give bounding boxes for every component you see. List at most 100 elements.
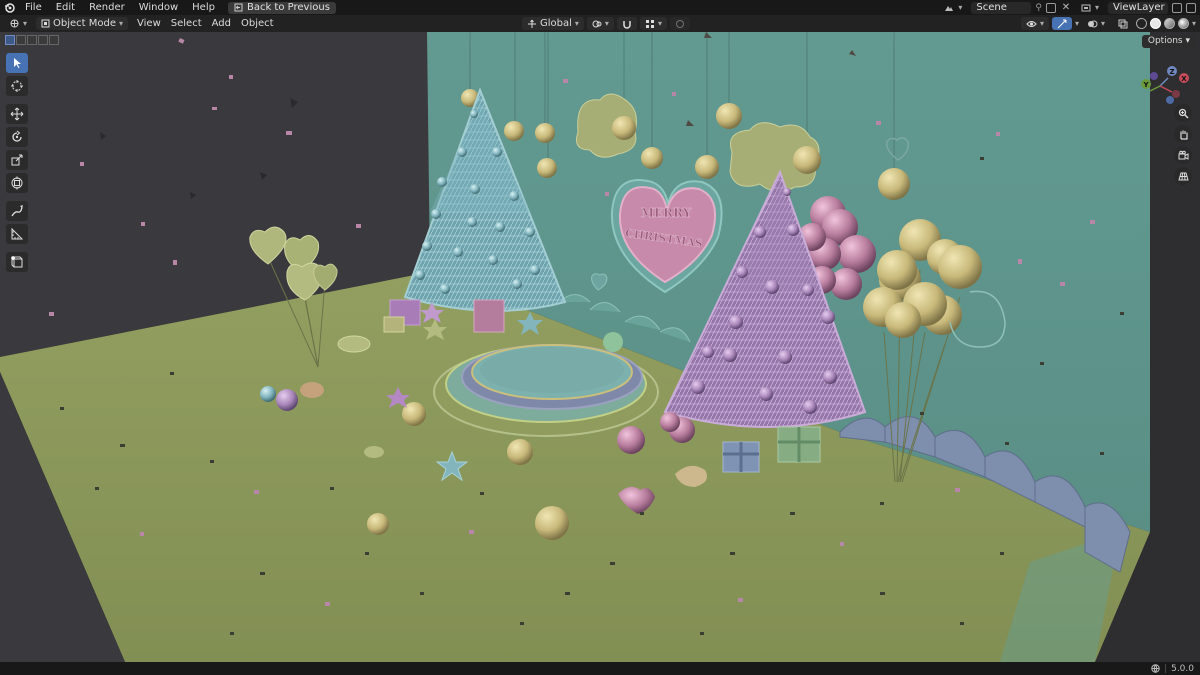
version-label: 5.0.0 <box>1171 663 1194 674</box>
snap-target-dropdown[interactable]: ▾ <box>639 17 667 30</box>
cursor-tool[interactable] <box>6 76 28 96</box>
gizmo-x-label: X <box>1181 75 1187 83</box>
menu-help[interactable]: Help <box>185 0 222 15</box>
snap-grid-icon <box>645 19 654 28</box>
3d-viewport[interactable]: MERRY CHRISTMAS Options ▾ Z X Y <box>0 32 1200 662</box>
transform-icon <box>11 176 23 190</box>
viewport-header: ▾ Object Mode ▾ View Select Add Object G… <box>0 15 1200 32</box>
overlays-toggle[interactable]: ▾ <box>1082 17 1110 30</box>
move-tool[interactable] <box>6 104 28 124</box>
globe-icon <box>1151 664 1160 673</box>
select-invert-icon[interactable] <box>38 35 48 45</box>
perspective-toggle-button[interactable] <box>1174 167 1192 185</box>
visibility-dropdown[interactable]: ▾ <box>1020 17 1049 30</box>
mode-selector[interactable]: Object Mode ▾ <box>36 17 129 30</box>
3d-viewport-icon <box>10 19 19 28</box>
select-box-tool[interactable] <box>6 53 28 73</box>
selection-mode-toggles <box>5 35 59 45</box>
view-layer-selector[interactable]: ▾ <box>1076 2 1104 14</box>
menu-edit[interactable]: Edit <box>49 0 82 15</box>
proportional-editing-toggle[interactable] <box>669 17 690 30</box>
rotate-tool[interactable] <box>6 127 28 147</box>
select-subtract-icon[interactable] <box>27 35 37 45</box>
hand-icon <box>1179 130 1188 140</box>
global-orientation-icon <box>528 19 536 28</box>
shading-material-icon[interactable] <box>1163 18 1175 29</box>
options-label: Options <box>1147 36 1183 46</box>
pin-icon[interactable]: ⚲ <box>1035 3 1042 13</box>
annotate-tool[interactable] <box>6 201 28 221</box>
view-layer-name: ViewLayer <box>1113 1 1165 13</box>
move-arrows-icon <box>10 107 24 121</box>
magnet-icon <box>623 20 631 29</box>
camera-icon <box>1178 150 1188 160</box>
scene-name-field[interactable]: Scene <box>971 1 1032 14</box>
pan-button[interactable] <box>1174 125 1192 143</box>
pivot-point-dropdown[interactable]: ▾ <box>586 17 614 30</box>
gizmo-arrows-icon <box>1057 19 1067 28</box>
menu-select[interactable]: Select <box>166 17 207 30</box>
add-cube-icon <box>11 256 23 268</box>
snap-toggle[interactable] <box>616 17 637 30</box>
remove-scene-icon[interactable]: ✕ <box>1060 2 1072 13</box>
proportional-icon <box>675 19 684 28</box>
remove-view-layer-icon[interactable] <box>1186 2 1196 13</box>
scale-tool[interactable] <box>6 150 28 170</box>
view-layer-name-field[interactable]: ViewLayer <box>1108 1 1168 14</box>
blender-logo-icon[interactable] <box>0 0 18 15</box>
status-bar: | 5.0.0 <box>0 662 1200 675</box>
transform-orientation-dropdown[interactable]: Global ▾ <box>522 17 584 30</box>
xray-icon <box>1118 19 1128 28</box>
new-scene-icon[interactable] <box>1045 2 1056 13</box>
sign-text-merry: MERRY <box>641 206 692 220</box>
transform-tool[interactable] <box>6 173 28 193</box>
shading-solid-icon[interactable] <box>1149 18 1161 29</box>
back-to-previous-label: Back to Previous <box>246 1 330 13</box>
camera-view-button[interactable] <box>1174 146 1192 164</box>
menu-object[interactable]: Object <box>236 17 279 30</box>
rotate-icon <box>12 130 22 142</box>
shading-rendered-icon[interactable] <box>1177 18 1189 29</box>
scale-icon <box>11 154 23 166</box>
menu-add[interactable]: Add <box>207 17 236 30</box>
tool-shelf <box>6 53 28 272</box>
scene-selector[interactable]: ▾ <box>939 2 967 14</box>
object-mode-icon <box>41 19 50 28</box>
measure-tool[interactable] <box>6 224 28 244</box>
options-dropdown[interactable]: Options ▾ <box>1141 35 1196 48</box>
new-view-layer-icon[interactable] <box>1172 2 1182 13</box>
pencil-icon <box>11 205 23 217</box>
menu-window[interactable]: Window <box>132 0 185 15</box>
select-new-icon[interactable] <box>5 35 15 45</box>
3d-cursor-icon <box>11 80 23 92</box>
select-extend-icon[interactable] <box>16 35 26 45</box>
grid-icon <box>1177 172 1189 180</box>
mode-label: Object Mode <box>53 18 117 29</box>
ruler-icon <box>11 227 24 240</box>
select-intersect-icon[interactable] <box>49 35 59 45</box>
top-menu-bar: File Edit Render Window Help Back to Pre… <box>0 0 1200 15</box>
menu-render[interactable]: Render <box>82 0 132 15</box>
zoom-button[interactable] <box>1174 104 1192 122</box>
magnifier-icon <box>1178 108 1189 119</box>
scene-name: Scene <box>976 1 1007 13</box>
eye-icon <box>1026 20 1037 27</box>
back-arrow-icon <box>234 3 243 12</box>
christmas-scene-render[interactable]: MERRY CHRISTMAS <box>0 32 1200 662</box>
overlays-icon <box>1087 20 1098 27</box>
editor-type-button[interactable]: ▾ <box>4 17 32 30</box>
view-layer-icon <box>1081 4 1091 11</box>
cursor-arrow-icon <box>14 58 21 68</box>
gizmo-toggle[interactable] <box>1051 17 1072 30</box>
shading-wireframe-icon[interactable] <box>1135 18 1147 29</box>
menu-view[interactable]: View <box>132 17 166 30</box>
menu-file[interactable]: File <box>18 0 49 15</box>
xray-toggle[interactable] <box>1113 17 1133 30</box>
gizmo-z-label: Z <box>1169 68 1174 76</box>
transform-orientation-label: Global <box>540 18 572 29</box>
navigation-buttons <box>1174 104 1192 185</box>
pivot-icon <box>592 20 602 27</box>
add-cube-tool[interactable] <box>6 252 28 272</box>
gizmo-y-label: Y <box>1142 81 1149 89</box>
back-to-previous-button[interactable]: Back to Previous <box>227 1 336 14</box>
